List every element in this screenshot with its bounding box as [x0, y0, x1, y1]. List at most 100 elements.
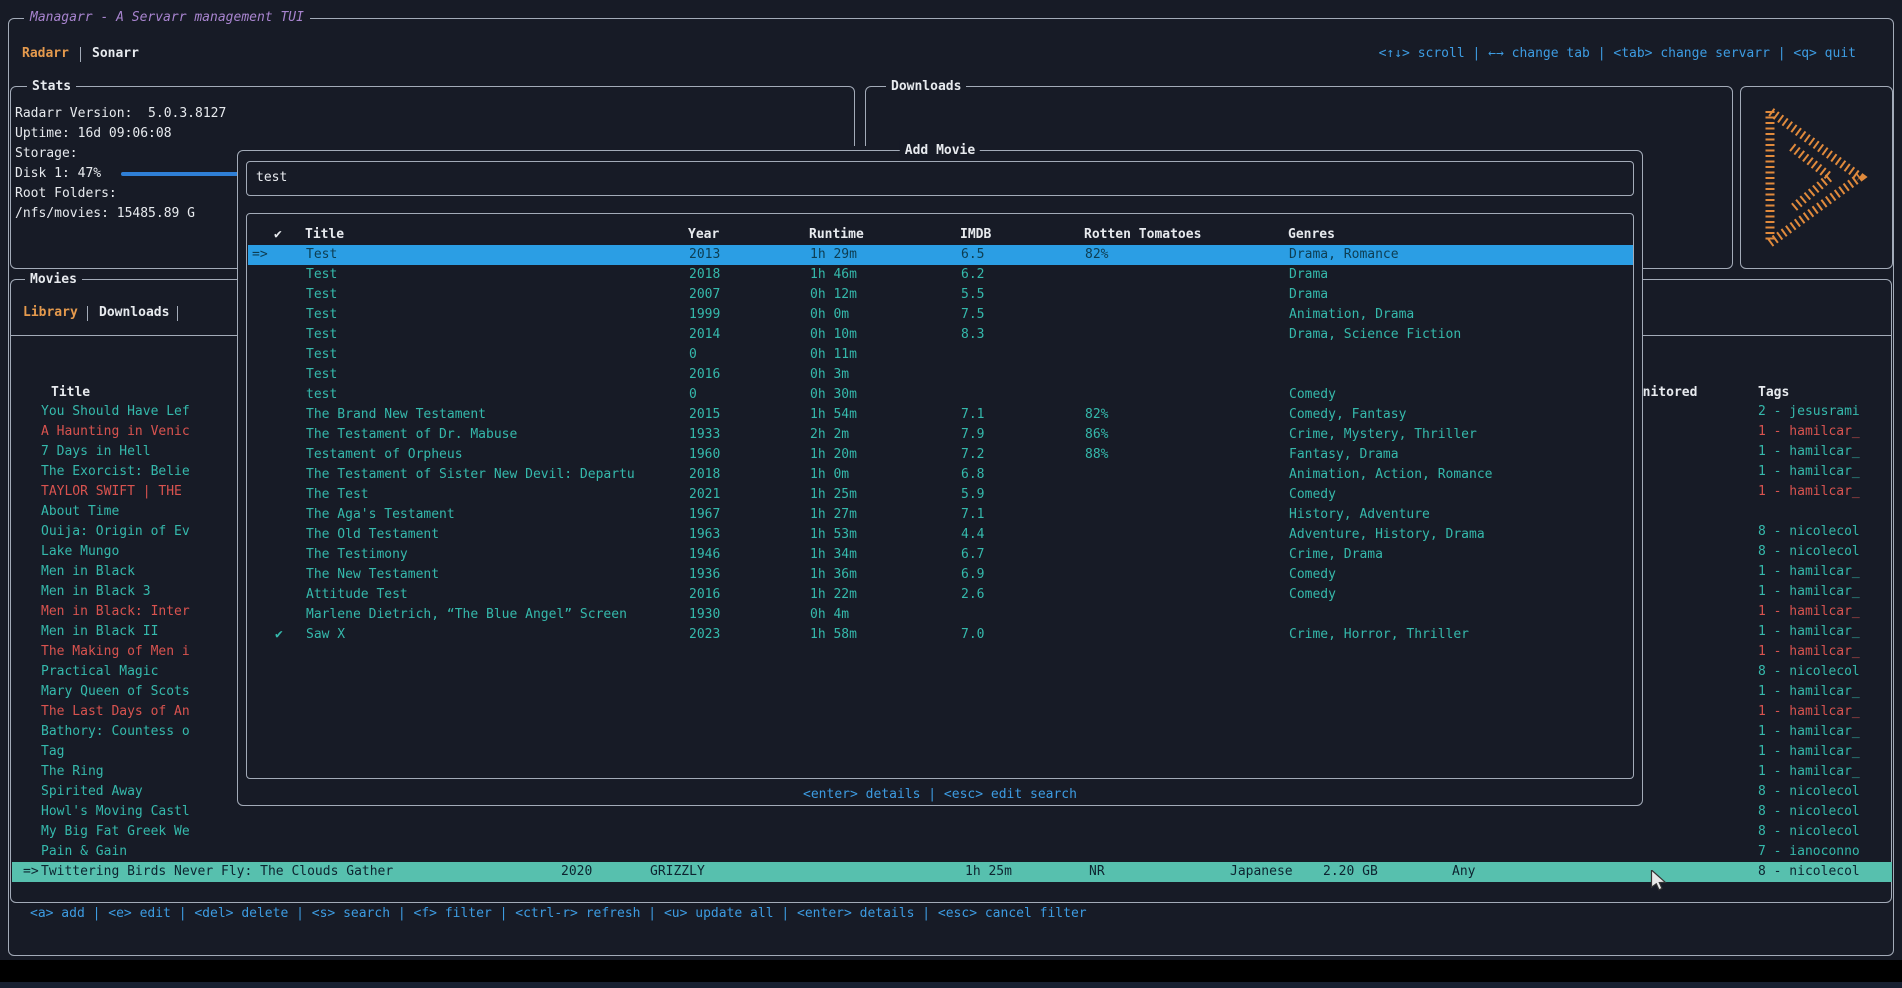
result-runtime: 0h 3m: [810, 365, 849, 385]
movie-title: The Ring: [41, 762, 104, 782]
search-result-row[interactable]: The Testament of Sister New Devil: Depar…: [248, 465, 1633, 485]
movie-tags: 1 - hamilcar_: [1758, 762, 1860, 782]
movie-tags: 1 - hamilcar_: [1758, 422, 1860, 442]
result-title: The Testimony: [306, 545, 408, 565]
result-runtime: 1h 27m: [810, 505, 857, 525]
movie-tags: 1 - hamilcar_: [1758, 442, 1860, 462]
global-keybindings: <↑↓> scroll | ←→ change tab | <tab> chan…: [1379, 44, 1856, 64]
result-runtime: 0h 0m: [810, 305, 849, 325]
result-runtime: 1h 54m: [810, 405, 857, 425]
disk-usage-label: Disk 1: 47%: [15, 164, 101, 184]
search-result-row[interactable]: Attitude Test 2016 1h 22m 2.6 Comedy: [248, 585, 1633, 605]
search-result-row[interactable]: ✔ Saw X 2023 1h 58m 7.0 Crime, Horror, T…: [248, 625, 1633, 645]
result-rotten-tomatoes: 86%: [1085, 425, 1108, 445]
result-runtime: 0h 30m: [810, 385, 857, 405]
search-result-row[interactable]: The Testament of Dr. Mabuse 1933 2h 2m 7…: [248, 425, 1633, 445]
search-result-row[interactable]: test 0 0h 30m Comedy: [248, 385, 1633, 405]
results-header-year: Year: [688, 225, 719, 245]
result-title: Test: [306, 285, 337, 305]
result-rotten-tomatoes: 88%: [1085, 445, 1108, 465]
movie-tags: 1 - hamilcar_: [1758, 622, 1860, 642]
result-imdb: 6.9: [961, 565, 984, 585]
selected-movie-runtime: 1h 25m: [965, 862, 1012, 882]
result-title: Test: [306, 345, 337, 365]
tab-downloads[interactable]: Downloads: [99, 303, 169, 323]
result-genres: History, Adventure: [1289, 505, 1430, 525]
app-title: Managarr - A Servarr management TUI: [24, 8, 310, 28]
search-result-row[interactable]: Testament of Orpheus 1960 1h 20m 7.2 88%…: [248, 445, 1633, 465]
result-genres: Animation, Drama: [1289, 305, 1414, 325]
movie-title: The Last Days of An: [41, 702, 190, 722]
result-imdb: 7.1: [961, 405, 984, 425]
root-folders-label: Root Folders:: [15, 184, 117, 204]
search-result-row[interactable]: Test 2007 0h 12m 5.5 Drama: [248, 285, 1633, 305]
tab-sonarr[interactable]: Sonarr: [92, 44, 139, 64]
search-results-table: ✔ Title Year Runtime IMDB Rotten Tomatoe…: [246, 213, 1634, 779]
movies-header-title: Title: [51, 383, 90, 403]
search-result-row[interactable]: Test 2014 0h 10m 8.3 Drama, Science Fict…: [248, 325, 1633, 345]
search-result-row[interactable]: The Brand New Testament 2015 1h 54m 7.1 …: [248, 405, 1633, 425]
result-rotten-tomatoes: 82%: [1085, 245, 1108, 265]
search-result-row[interactable]: Test 0 0h 11m: [248, 345, 1633, 365]
movie-title: You Should Have Lef: [41, 402, 190, 422]
movie-tags: 8 - nicolecol: [1758, 822, 1860, 842]
result-genres: Drama: [1289, 285, 1328, 305]
movie-tags: 8 - nicolecol: [1758, 782, 1860, 802]
movie-tags: 8 - nicolecol: [1758, 542, 1860, 562]
result-year: 2013: [689, 245, 720, 265]
movie-tags: 1 - hamilcar_: [1758, 702, 1860, 722]
result-genres: Drama: [1289, 265, 1328, 285]
search-input[interactable]: test: [246, 161, 1634, 196]
root-folder-path: /nfs/movies: 15485.89 G: [15, 204, 195, 224]
result-imdb: 7.1: [961, 505, 984, 525]
search-result-row[interactable]: => Test 2013 1h 29m 6.5 82% Drama, Roman…: [248, 245, 1633, 265]
downloads-panel-title: Downloads: [886, 77, 966, 97]
search-result-row[interactable]: The Test 2021 1h 25m 5.9 Comedy: [248, 485, 1633, 505]
movie-title: Pain & Gain: [41, 842, 127, 862]
movie-title: Bathory: Countess o: [41, 722, 190, 742]
result-imdb: 6.7: [961, 545, 984, 565]
logo-panel: [1740, 86, 1893, 269]
result-year: 2023: [689, 625, 720, 645]
movie-tags: 1 - hamilcar_: [1758, 642, 1860, 662]
results-header-title: Title: [305, 225, 344, 245]
mouse-cursor: [1650, 870, 1668, 898]
movie-title: A Haunting in Venic: [41, 422, 190, 442]
actions-keybar: <a> add | <e> edit | <del> delete | <s> …: [30, 904, 1087, 924]
movie-title: The Making of Men i: [41, 642, 190, 662]
result-imdb: 7.5: [961, 305, 984, 325]
result-year: 1967: [689, 505, 720, 525]
result-title: Attitude Test: [306, 585, 408, 605]
result-runtime: 0h 4m: [810, 605, 849, 625]
result-title: Test: [306, 245, 337, 265]
movie-title: My Big Fat Greek We: [41, 822, 190, 842]
result-year: 2016: [689, 585, 720, 605]
search-result-row[interactable]: The New Testament 1936 1h 36m 6.9 Comedy: [248, 565, 1633, 585]
search-result-row[interactable]: Test 2018 1h 46m 6.2 Drama: [248, 265, 1633, 285]
movie-title: TAYLOR SWIFT | THE: [41, 482, 182, 502]
search-result-row[interactable]: The Aga's Testament 1967 1h 27m 7.1 Hist…: [248, 505, 1633, 525]
result-year: 0: [689, 345, 697, 365]
result-title: The Testament of Dr. Mabuse: [306, 425, 517, 445]
managarr-logo-icon: [1754, 99, 1878, 255]
stats-version: Radarr Version: 5.0.3.8127: [15, 104, 226, 124]
result-year: 2018: [689, 265, 720, 285]
tab-library[interactable]: Library: [23, 303, 78, 323]
result-imdb: 7.2: [961, 445, 984, 465]
result-runtime: 1h 36m: [810, 565, 857, 585]
result-year: 1936: [689, 565, 720, 585]
search-result-row[interactable]: Test 1999 0h 0m 7.5 Animation, Drama: [248, 305, 1633, 325]
results-header-rotten-tomatoes: Rotten Tomatoes: [1084, 225, 1201, 245]
result-year: 1933: [689, 425, 720, 445]
search-result-row[interactable]: The Testimony 1946 1h 34m 6.7 Crime, Dra…: [248, 545, 1633, 565]
selected-movie-row[interactable]: => Twittering Birds Never Fly: The Cloud…: [12, 862, 1892, 882]
search-result-row[interactable]: Test 2016 0h 3m: [248, 365, 1633, 385]
movie-title: Howl's Moving Castl: [41, 802, 190, 822]
search-result-row[interactable]: Marlene Dietrich, “The Blue Angel” Scree…: [248, 605, 1633, 625]
result-title: Test: [306, 325, 337, 345]
movie-tags: 1 - hamilcar_: [1758, 602, 1860, 622]
movie-tags: 1 - hamilcar_: [1758, 562, 1860, 582]
search-result-row[interactable]: The Old Testament 1963 1h 53m 4.4 Advent…: [248, 525, 1633, 545]
selected-movie-language: Japanese: [1230, 862, 1293, 882]
tab-radarr[interactable]: Radarr: [22, 44, 69, 64]
